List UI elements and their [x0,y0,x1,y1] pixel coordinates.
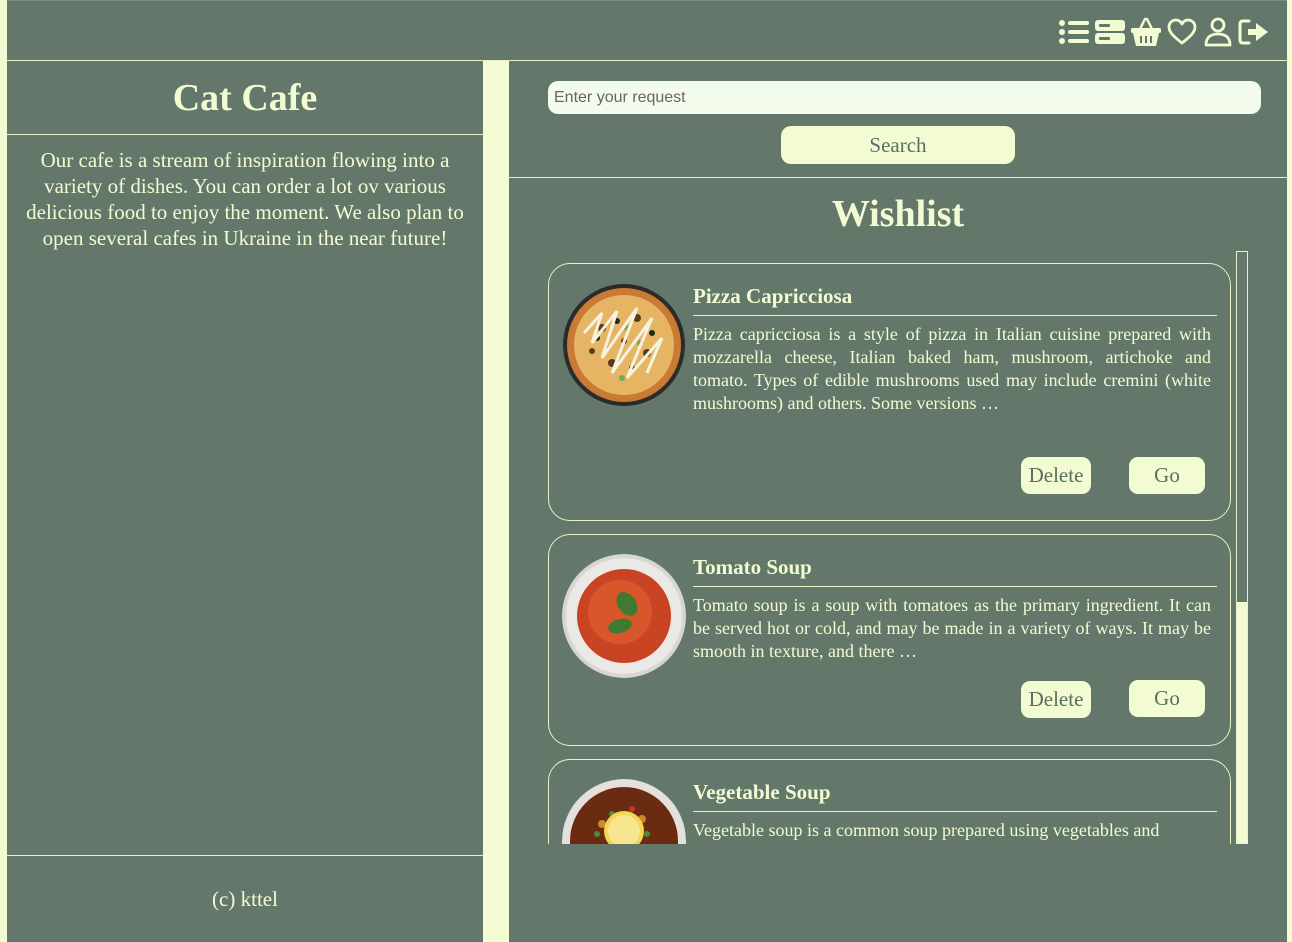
basket-icon[interactable] [1130,16,1162,48]
item-description: Pizza capricciosa is a style of pizza in… [693,324,1211,413]
wishlist-item: Vegetable Soup Vegetable soup is a commo… [548,759,1231,844]
heart-icon[interactable] [1166,16,1198,48]
cafe-title: Cat Cafe [172,76,318,119]
delete-button[interactable]: Delete [1021,457,1091,494]
item-name: Tomato Soup [693,555,1217,587]
item-description: Vegetable soup is a common soup prepared… [693,820,1160,840]
go-button[interactable]: Go [1129,680,1205,717]
sidebar-header: Cat Cafe [7,61,483,135]
list-icon[interactable] [1058,16,1090,48]
delete-button[interactable]: Delete [1021,681,1091,718]
search-input[interactable] [548,81,1261,114]
item-name: Pizza Capricciosa [693,284,1217,316]
wishlist-item: Pizza Capricciosa Pizza capricciosa is a… [548,263,1231,521]
pizza-image [562,283,686,407]
wishlist-list[interactable]: Pizza Capricciosa Pizza capricciosa is a… [548,251,1249,844]
search-button[interactable]: Search [781,126,1015,164]
wishlist-item: Tomato Soup Tomato soup is a soup with t… [548,534,1231,746]
item-description: Tomato soup is a soup with tomatoes as t… [693,595,1211,661]
cafe-description: Our cafe is a stream of inspiration flow… [26,148,464,250]
search-area: Search [509,61,1287,178]
server-icon[interactable] [1094,16,1126,48]
item-name: Vegetable Soup [693,780,1217,812]
vegetable-soup-image [562,779,686,844]
main-panel: Search Wishlist Pizza Capricciosa Pizza … [509,61,1287,942]
copyright-text: (c) kttel [212,886,278,911]
user-icon[interactable] [1202,16,1234,48]
tomato-soup-image [562,554,686,678]
go-button[interactable]: Go [1129,457,1205,494]
footer: (c) kttel [7,855,483,942]
sidebar: Cat Cafe Our cafe is a stream of inspira… [7,61,483,942]
logout-icon[interactable] [1238,16,1270,48]
top-bar [7,0,1287,61]
wishlist-title: Wishlist [831,193,965,235]
header-icons [1058,16,1270,48]
scrollbar-thumb[interactable] [1237,602,1247,843]
wishlist-scrollbar[interactable] [1236,251,1248,844]
